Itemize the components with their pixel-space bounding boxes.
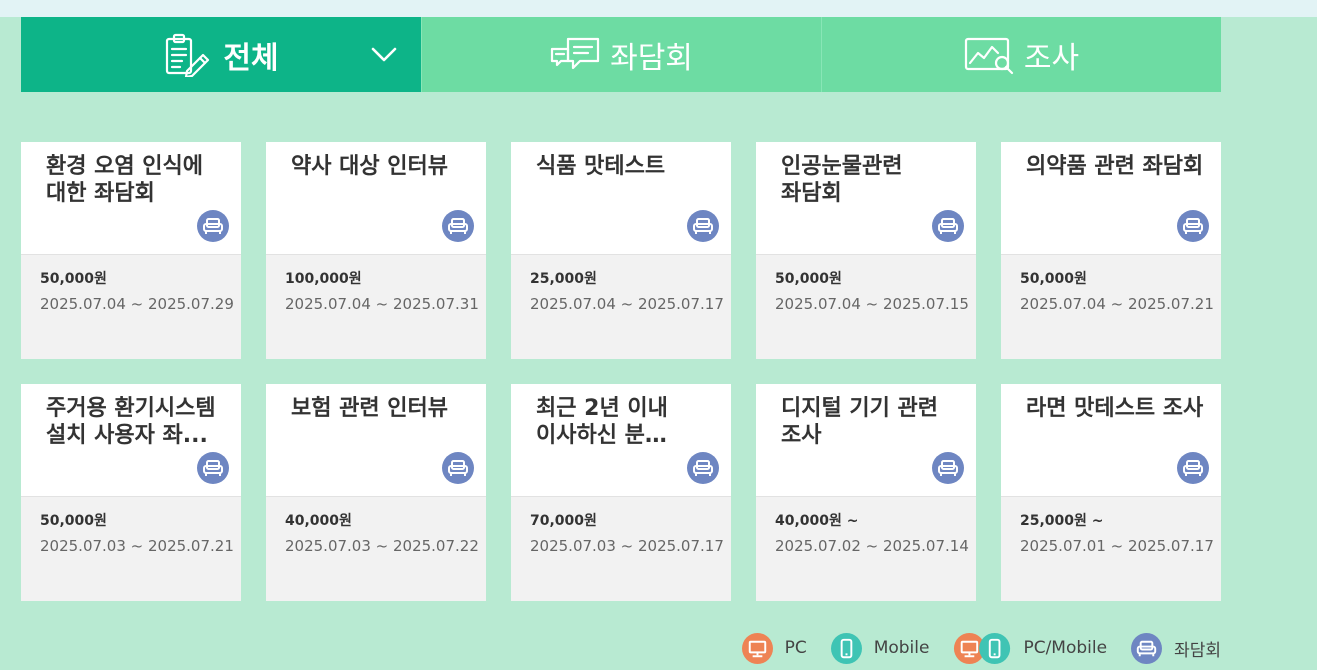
tab-discussion[interactable]: 좌담회 — [421, 17, 821, 92]
card-dates: 2025.07.01 ~ 2025.07.17 — [1020, 537, 1214, 555]
card-dates: 2025.07.03 ~ 2025.07.17 — [530, 537, 724, 555]
chevron-down-icon[interactable] — [369, 41, 399, 67]
card-title: 주거용 환기시스템 설치 사용자 좌... — [46, 396, 216, 448]
clipboard-edit-icon — [163, 33, 215, 77]
tab-survey[interactable]: 조사 — [821, 17, 1221, 92]
sofa-icon — [932, 452, 964, 484]
card-header: 약사 대상 인터뷰 — [266, 142, 486, 255]
card-info: 70,000원 2025.07.03 ~ 2025.07.17 — [511, 497, 731, 555]
card-price: 40,000원 — [285, 513, 352, 529]
sofa-icon — [442, 210, 474, 242]
survey-card[interactable]: 주거용 환기시스템 설치 사용자 좌... 50,000원 2025.07.03… — [21, 384, 241, 601]
card-price: 25,000원 ~ — [1020, 513, 1104, 529]
mobile-icon — [830, 632, 862, 664]
card-header: 보험 관련 인터뷰 — [266, 384, 486, 497]
card-price: 50,000원 — [775, 271, 842, 287]
survey-card[interactable]: 식품 맛테스트 25,000원 2025.07.04 ~ 2025.07.17 — [511, 142, 731, 359]
card-info: 40,000원 ~ 2025.07.02 ~ 2025.07.14 — [756, 497, 976, 555]
legend-item-pc: PC — [741, 632, 807, 664]
legend-label-pc-mobile: PC/Mobile — [1023, 638, 1108, 658]
sofa-icon — [442, 452, 474, 484]
sofa-icon — [932, 210, 964, 242]
device-legend: PC Mobile PC/Mobile 좌담회 — [741, 632, 1221, 664]
card-price: 50,000원 — [40, 513, 107, 529]
card-header: 인공눈물관련 좌담회 — [756, 142, 976, 255]
card-header: 환경 오염 인식에 대한 좌담회 — [21, 142, 241, 255]
legend-item-discussion: 좌담회 — [1131, 632, 1221, 664]
survey-card[interactable]: 환경 오염 인식에 대한 좌담회 50,000원 2025.07.04 ~ 20… — [21, 142, 241, 359]
card-price: 25,000원 — [530, 271, 597, 287]
survey-card[interactable]: 인공눈물관련 좌담회 50,000원 2025.07.04 ~ 2025.07.… — [756, 142, 976, 359]
sofa-icon — [687, 210, 719, 242]
card-title: 최근 2년 이내 이사하신 분 대상... — [536, 396, 668, 448]
card-info: 50,000원 2025.07.04 ~ 2025.07.21 — [1001, 255, 1221, 313]
card-header: 라면 맛테스트 조사 — [1001, 384, 1221, 497]
legend-item-mobile: Mobile — [830, 632, 930, 664]
card-price: 100,000원 — [285, 271, 362, 287]
card-info: 50,000원 2025.07.04 ~ 2025.07.15 — [756, 255, 976, 313]
top-strip — [0, 0, 1317, 17]
survey-card[interactable]: 최근 2년 이내 이사하신 분 대상... 70,000원 2025.07.03… — [511, 384, 731, 601]
chat-bubbles-icon — [550, 33, 602, 77]
card-dates: 2025.07.04 ~ 2025.07.21 — [1020, 295, 1214, 313]
tab-survey-label: 조사 — [1023, 40, 1080, 76]
card-price: 50,000원 — [40, 271, 107, 287]
tab-discussion-label: 좌담회 — [610, 40, 693, 76]
chart-search-icon — [964, 33, 1016, 77]
card-dates: 2025.07.03 ~ 2025.07.21 — [40, 537, 234, 555]
card-dates: 2025.07.03 ~ 2025.07.22 — [285, 537, 479, 555]
card-dates: 2025.07.04 ~ 2025.07.17 — [530, 295, 724, 313]
card-title: 의약품 관련 좌담회 — [1026, 154, 1204, 179]
monitor-icon — [741, 632, 773, 664]
sofa-icon — [197, 210, 229, 242]
sofa-icon — [197, 452, 229, 484]
card-info: 40,000원 2025.07.03 ~ 2025.07.22 — [266, 497, 486, 555]
card-dates: 2025.07.04 ~ 2025.07.15 — [775, 295, 969, 313]
legend-label-pc: PC — [784, 638, 807, 658]
survey-card[interactable]: 약사 대상 인터뷰 100,000원 2025.07.04 ~ 2025.07.… — [266, 142, 486, 359]
survey-card[interactable]: 라면 맛테스트 조사 25,000원 ~ 2025.07.01 ~ 2025.0… — [1001, 384, 1221, 601]
card-title: 식품 맛테스트 — [536, 154, 666, 179]
card-price: 40,000원 ~ — [775, 513, 859, 529]
survey-card[interactable]: 디지털 기기 관련 조사 40,000원 ~ 2025.07.02 ~ 2025… — [756, 384, 976, 601]
survey-card-grid: 환경 오염 인식에 대한 좌담회 50,000원 2025.07.04 ~ 20… — [21, 142, 1221, 601]
sofa-icon — [1131, 632, 1163, 664]
card-info: 50,000원 2025.07.03 ~ 2025.07.21 — [21, 497, 241, 555]
card-title: 라면 맛테스트 조사 — [1026, 396, 1204, 421]
card-header: 주거용 환기시스템 설치 사용자 좌... — [21, 384, 241, 497]
sofa-icon — [687, 452, 719, 484]
survey-card[interactable]: 보험 관련 인터뷰 40,000원 2025.07.03 ~ 2025.07.2… — [266, 384, 486, 601]
tab-all-label: 전체 — [223, 40, 279, 76]
card-dates: 2025.07.02 ~ 2025.07.14 — [775, 537, 969, 555]
legend-label-mobile: Mobile — [873, 638, 930, 658]
card-title: 보험 관련 인터뷰 — [291, 396, 448, 421]
legend-item-pc-mobile: PC/Mobile — [953, 632, 1108, 664]
sofa-icon — [1177, 210, 1209, 242]
survey-card[interactable]: 의약품 관련 좌담회 50,000원 2025.07.04 ~ 2025.07.… — [1001, 142, 1221, 359]
category-tabs: 전체 좌담회 조사 — [21, 17, 1221, 92]
card-price: 70,000원 — [530, 513, 597, 529]
card-info: 100,000원 2025.07.04 ~ 2025.07.31 — [266, 255, 486, 313]
card-title: 디지털 기기 관련 조사 — [781, 396, 938, 448]
monitor-mobile-icon — [953, 632, 1013, 664]
card-dates: 2025.07.04 ~ 2025.07.29 — [40, 295, 234, 313]
card-info: 50,000원 2025.07.04 ~ 2025.07.29 — [21, 255, 241, 313]
card-header: 의약품 관련 좌담회 — [1001, 142, 1221, 255]
card-info: 25,000원 ~ 2025.07.01 ~ 2025.07.17 — [1001, 497, 1221, 555]
card-header: 디지털 기기 관련 조사 — [756, 384, 976, 497]
card-info: 25,000원 2025.07.04 ~ 2025.07.17 — [511, 255, 731, 313]
legend-label-discussion: 좌담회 — [1174, 640, 1221, 661]
card-price: 50,000원 — [1020, 271, 1087, 287]
card-title: 인공눈물관련 좌담회 — [781, 154, 903, 206]
card-title: 환경 오염 인식에 대한 좌담회 — [46, 154, 203, 206]
card-title: 약사 대상 인터뷰 — [291, 154, 448, 179]
card-header: 최근 2년 이내 이사하신 분 대상... — [511, 384, 731, 497]
card-header: 식품 맛테스트 — [511, 142, 731, 255]
sofa-icon — [1177, 452, 1209, 484]
card-dates: 2025.07.04 ~ 2025.07.31 — [285, 295, 479, 313]
tab-all[interactable]: 전체 — [21, 17, 421, 92]
